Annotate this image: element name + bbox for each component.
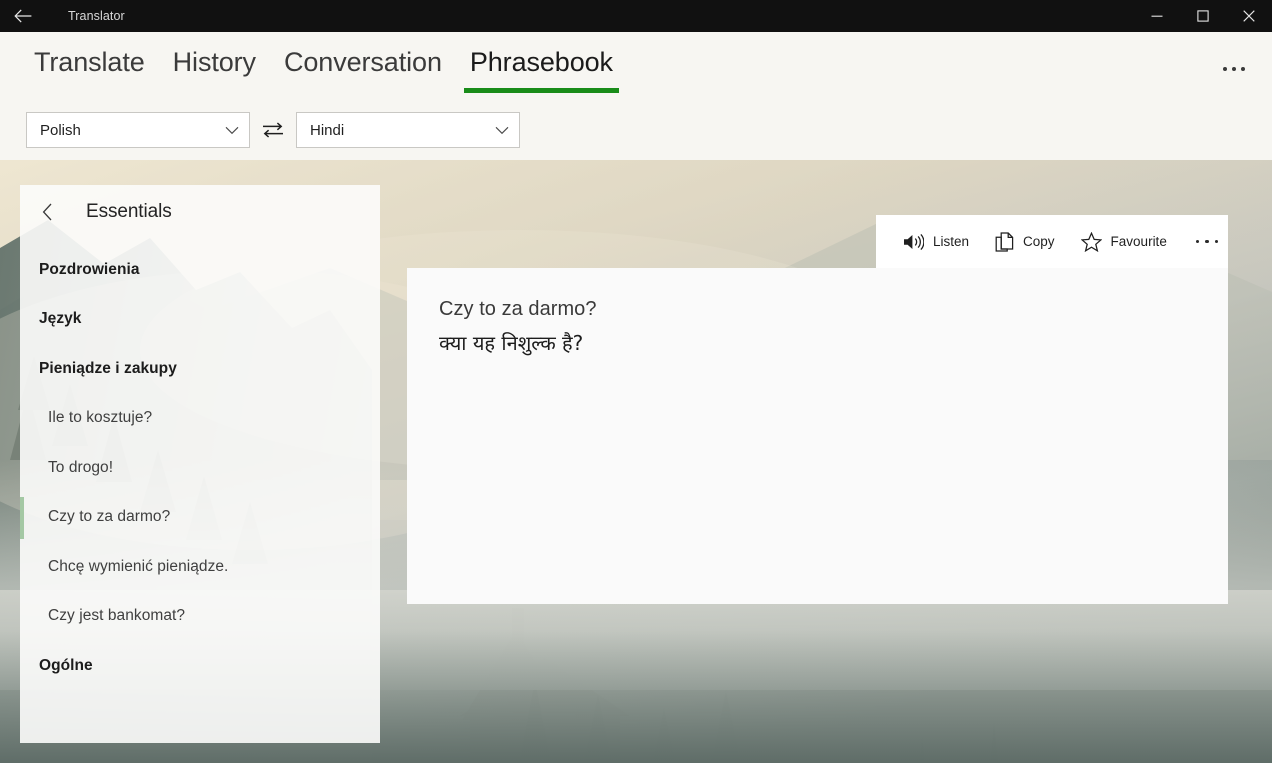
toolbar-more-icon[interactable] [1186,222,1229,262]
sidebar-title: Essentials [86,201,172,222]
title-bar: Translator [0,0,1272,32]
target-language-value: Hindi [310,121,345,139]
source-language-select[interactable]: Polish [26,112,250,148]
app-header: Translate History Conversation Phraseboo… [0,32,1272,160]
phrase-target-text: क्या यह निशुल्क है? [439,331,584,355]
copy-label: Copy [1023,234,1055,249]
listen-label: Listen [933,234,970,249]
list-item-group-pozdrowienia[interactable]: Pozdrowienia [20,245,380,295]
list-item-label: Język [39,310,82,328]
list-item-label: Pieniądze i zakupy [39,359,177,377]
list-item-group-jezyk[interactable]: Język [20,295,380,345]
list-item-label: Czy jest bankomat? [48,607,186,625]
target-language-select[interactable]: Hindi [296,112,520,148]
swap-languages-button[interactable] [250,112,296,148]
list-item-group-pieniadze-i-zakupy[interactable]: Pieniądze i zakupy [20,344,380,394]
list-item-label: Chcę wymienić pieniądze. [48,557,229,575]
back-button[interactable] [0,0,46,32]
list-item-phrase-to-drogo[interactable]: To drogo! [20,443,380,493]
sidebar-back-button[interactable] [36,197,70,227]
list-item-phrase-ile-to-kosztuje[interactable]: Ile to kosztuje? [20,394,380,444]
dot [1232,67,1236,71]
close-button[interactable] [1226,0,1272,32]
list-item-label: Ile to kosztuje? [48,409,153,427]
list-item-label: Pozdrowienia [39,260,140,278]
list-item-label: Ogólne [39,656,93,674]
tab-conversation[interactable]: Conversation [270,32,456,79]
star-icon [1080,231,1102,252]
dot [1214,239,1219,244]
favourite-label: Favourite [1110,234,1167,249]
list-item-phrase-czy-jest-bankomat[interactable]: Czy jest bankomat? [20,592,380,642]
phrasebook-sidebar: Essentials Pozdrowienia Język Pieniądze … [20,185,380,743]
favourite-button[interactable]: Favourite [1068,222,1180,262]
list-item-label: To drogo! [48,458,114,476]
dot [1205,239,1209,244]
tab-history[interactable]: History [159,32,270,79]
chevron-down-icon [225,126,239,135]
copy-button[interactable]: Copy [982,222,1068,262]
phrase-source-text: Czy to za darmo? [439,298,597,320]
tab-phrasebook[interactable]: Phrasebook [456,32,627,93]
chevron-down-icon [495,126,509,135]
phrase-detail-card: Czy to za darmo? क्या यह निशुल्क है? [407,268,1228,604]
header-more-icon[interactable] [1214,54,1254,84]
dot [1223,67,1227,71]
list-item-phrase-czy-to-za-darmo[interactable]: Czy to za darmo? [20,493,380,543]
source-language-value: Polish [40,121,81,139]
list-item-phrase-chce-wymienic-pieniadze[interactable]: Chcę wymienić pieniądze. [20,542,380,592]
dot [1195,239,1200,244]
tab-translate[interactable]: Translate [20,32,159,79]
list-item-group-ogolne[interactable]: Ogólne [20,641,380,691]
list-item-label: Czy to za darmo? [48,508,171,526]
dot [1241,67,1245,71]
speaker-icon [903,233,924,251]
sidebar-header: Essentials [20,185,380,233]
nav-tabs: Translate History Conversation Phraseboo… [0,32,1272,100]
maximize-button[interactable] [1180,0,1226,32]
window-title: Translator [68,9,125,23]
minimize-button[interactable] [1134,0,1180,32]
listen-button[interactable]: Listen [890,222,982,262]
phrase-action-toolbar: Listen Copy Favourite [876,215,1228,268]
phrase-list: Pozdrowienia Język Pieniądze i zakupy Il… [20,233,380,691]
translator-app: Translator Translate History Conversatio… [0,0,1272,763]
language-selector-row: Polish Hindi [0,100,1272,160]
copy-icon [995,231,1014,252]
